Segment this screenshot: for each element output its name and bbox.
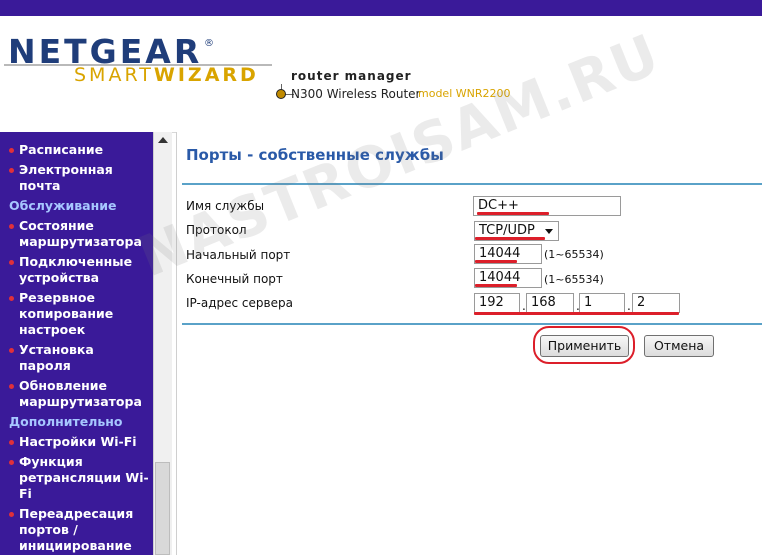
top-bar (0, 0, 762, 16)
server-ip-label: IP-адрес сервера (186, 296, 293, 310)
sidebar-item-label: Переадресация портов / инициирование пор… (19, 506, 134, 555)
service-name-label: Имя службы (186, 199, 265, 213)
bullet-icon (9, 384, 14, 389)
bullet-icon (9, 440, 14, 445)
product-title: router manager (291, 69, 412, 83)
ip-separator: . (627, 299, 631, 313)
sidebar-item-label: Подключенные устройства (19, 254, 133, 285)
sidebar-item-label: Электронная почта (19, 162, 113, 193)
scrollbar-thumb[interactable] (155, 462, 170, 555)
annotation-underline (477, 212, 549, 215)
section-divider-bottom (182, 323, 762, 325)
bullet-icon (9, 224, 14, 229)
sidebar-item-wifi-settings[interactable]: Настройки Wi-Fi (0, 434, 153, 454)
sidebar-item-label: Функция ретрансляции Wi-Fi (19, 454, 149, 501)
smartwizard-logo: SMARTWIZARD (74, 64, 259, 86)
sidebar-item-port-forwarding[interactable]: Переадресация портов / инициирование пор… (0, 506, 153, 555)
annotation-underline (474, 312, 679, 315)
smartwizard-plain: SMART (74, 64, 154, 86)
sidebar-section-label: Обслуживание (9, 198, 117, 213)
chevron-down-icon (545, 229, 553, 234)
sidebar-section-label: Дополнительно (9, 414, 123, 429)
annotation-underline (475, 260, 517, 263)
start-port-label: Начальный порт (186, 248, 291, 262)
main-content: Порты - собственные службы Имя службы DC… (177, 132, 762, 555)
sidebar-item-router-status[interactable]: Состояние маршрутизатора (0, 218, 153, 254)
ip-octet-3-input[interactable]: 1 (579, 293, 625, 313)
protocol-label: Протокол (186, 223, 247, 237)
arrow-up-icon (158, 137, 168, 143)
sidebar-item-attached-devices[interactable]: Подключенные устройства (0, 254, 153, 290)
sidebar-item-set-password[interactable]: Установка пароля (0, 342, 153, 378)
cancel-button[interactable]: Отмена (644, 335, 714, 357)
ip-octet-1-input[interactable]: 192 (474, 293, 520, 313)
model-name: model WNR2200 (418, 87, 511, 100)
end-port-range: (1~65534) (544, 273, 604, 286)
sidebar-item-label: Настройки Wi-Fi (19, 434, 137, 449)
sidebar-item-router-update[interactable]: Обновление маршрутизатора (0, 378, 153, 414)
sidebar-item-label: Расписание (19, 142, 104, 157)
bullet-icon (9, 168, 14, 173)
sidebar-item-label: Резервное копирование настроек (19, 290, 114, 337)
start-port-range: (1~65534) (544, 248, 604, 261)
ip-octet-2-input[interactable]: 168 (526, 293, 574, 313)
sidebar-section-maintenance[interactable]: Обслуживание (0, 198, 153, 218)
sidebar-item-wifi-repeater[interactable]: Функция ретрансляции Wi-Fi (0, 454, 153, 506)
sidebar-item-label: Состояние маршрутизатора (19, 218, 142, 249)
protocol-selected-value: TCP/UDP (479, 223, 535, 238)
sidebar-item-email[interactable]: Электронная почта (0, 162, 153, 198)
sidebar-scrollbar[interactable] (153, 132, 172, 555)
section-divider-top (182, 183, 762, 185)
bullet-icon (9, 260, 14, 265)
header: NETGEAR ® SMARTWIZARD router manager N30… (0, 16, 762, 133)
sidebar-item-label: Установка пароля (19, 342, 94, 373)
annotation-underline (475, 284, 517, 287)
device-name: N300 Wireless Router (291, 87, 421, 101)
bullet-icon (9, 512, 14, 517)
ip-octet-4-input[interactable]: 2 (632, 293, 680, 313)
apply-button[interactable]: Применить (540, 335, 629, 357)
sidebar-section-advanced[interactable]: Дополнительно (0, 414, 153, 434)
sidebar-item-label: Обновление маршрутизатора (19, 378, 142, 409)
bullet-icon (9, 148, 14, 153)
page-title: Порты - собственные службы (186, 146, 444, 164)
bullet-icon (9, 296, 14, 301)
registered-mark: ® (204, 38, 214, 49)
smartwizard-bold: WIZARD (153, 64, 259, 86)
sidebar-item-backup-settings[interactable]: Резервное копирование настроек (0, 290, 153, 342)
bullet-icon (276, 89, 286, 99)
bullet-icon (9, 460, 14, 465)
sidebar-nav: Расписание Электронная почта Обслуживани… (0, 132, 153, 555)
sidebar-item-schedule[interactable]: Расписание (0, 142, 153, 162)
annotation-underline (475, 237, 545, 240)
scroll-up-button[interactable] (154, 132, 172, 150)
end-port-label: Конечный порт (186, 272, 283, 286)
bullet-icon (9, 348, 14, 353)
